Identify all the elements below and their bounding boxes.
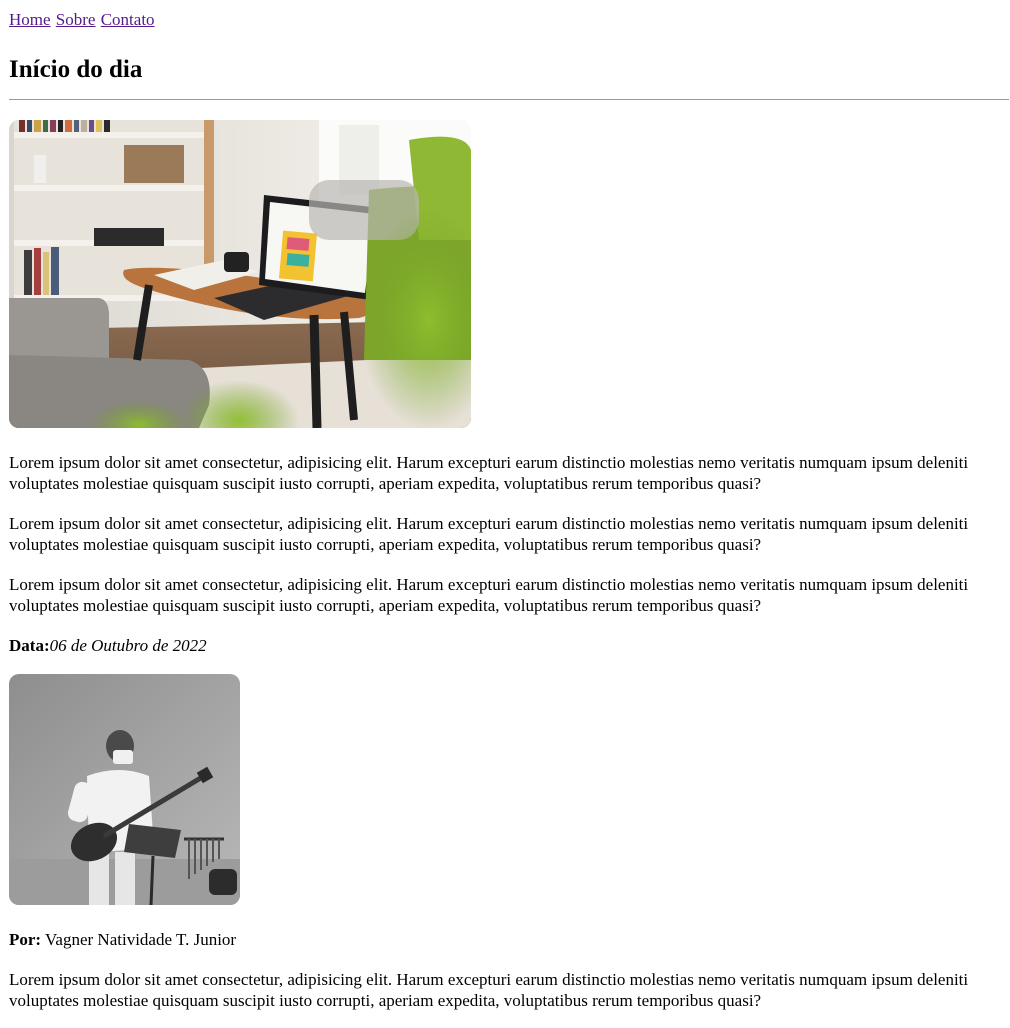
- author-name: Vagner Natividade T. Junior: [41, 930, 237, 949]
- page-title: Início do dia: [9, 56, 143, 83]
- date-value: 06 de Outubro de 2022: [49, 636, 207, 655]
- title-divider: [9, 99, 1009, 100]
- date-line: Data:06 de Outubro de 2022: [9, 635, 207, 656]
- nav-link-contato[interactable]: Contato: [101, 10, 155, 29]
- top-nav: Home Sobre Contato: [9, 10, 156, 30]
- author-label: Por:: [9, 930, 42, 949]
- article-paragraph-2: Lorem ipsum dolor sit amet consectetur, …: [9, 514, 969, 554]
- nav-link-home[interactable]: Home: [9, 10, 51, 29]
- living-room-photo: [9, 120, 471, 428]
- date-label: Data:: [9, 636, 50, 655]
- article-paragraph-3: Lorem ipsum dolor sit amet consectetur, …: [9, 575, 969, 615]
- author-photo: [9, 674, 240, 905]
- article-paragraph-4: Lorem ipsum dolor sit amet consectetur, …: [9, 970, 969, 1010]
- nav-link-sobre[interactable]: Sobre: [56, 10, 96, 29]
- article-paragraph-1: Lorem ipsum dolor sit amet consectetur, …: [9, 453, 969, 493]
- author-line: Por: Vagner Natividade T. Junior: [9, 929, 236, 950]
